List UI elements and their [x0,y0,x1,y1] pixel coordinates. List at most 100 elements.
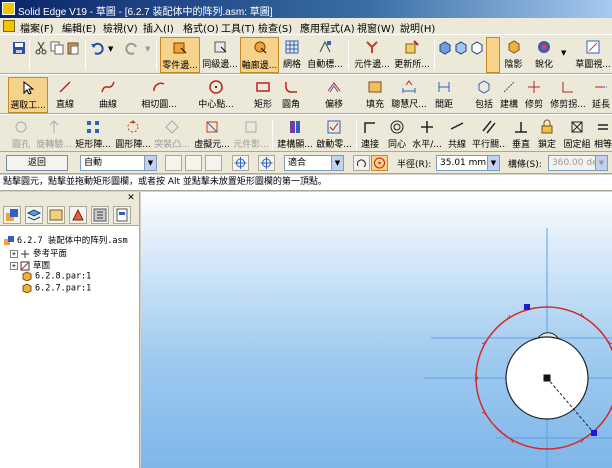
radius-input[interactable]: 35.01 mm ▼ [436,155,500,171]
rectangular-pattern-button[interactable]: 矩形陣... [74,117,112,153]
mode-select[interactable]: 自動 ▼ [80,155,157,171]
select-tool-button[interactable]: 選取工... [8,77,48,113]
tab-features[interactable] [69,206,87,224]
horizontal-button[interactable]: 水平/... [412,117,442,153]
enable-relations-button[interactable]: 啟動零... [315,117,353,153]
collinear-button[interactable]: 共線 [446,117,468,153]
selection-handle-top[interactable] [524,304,530,310]
trim-button[interactable]: 修剪 [523,77,545,113]
equal-button[interactable]: 相等 [594,117,612,153]
tab-layers[interactable] [25,206,43,224]
menu-edit[interactable]: 編輯(E) [62,20,96,35]
concentric-button[interactable]: 同心 [386,117,408,153]
element-shadow-button[interactable]: 元件影... [232,117,270,153]
axis-edges-button[interactable]: 軸廊邊... [240,37,279,73]
sharpen-button[interactable]: 銳化 [530,37,558,73]
radius-value: 35.01 mm [440,158,487,168]
sharpen-dropdown-icon[interactable]: ▼ [561,49,566,57]
document-icon[interactable] [3,20,15,32]
rotate-sketch-button[interactable]: 旋轉驗... [36,117,72,153]
cube-wire-icon[interactable] [454,41,468,55]
line-button[interactable]: 直線 [54,77,76,113]
circular-pattern-button[interactable]: 圓形陣... [114,117,152,153]
menu-format[interactable]: 格式(O) [183,20,219,35]
tree-root[interactable]: 6.2.7 装配体中的阵列.asm [4,234,128,246]
tab-sensors[interactable] [91,206,109,224]
rotation-direction-button[interactable] [353,155,370,171]
sketch-view-button[interactable]: 草圖視... [574,37,612,73]
offset-button[interactable]: 偏移 [323,77,345,113]
shading-toggle[interactable] [486,37,500,73]
update-all-button[interactable]: 更新所... [393,37,431,73]
element-edges-button[interactable]: 元件邊... [352,37,392,73]
target-button-1[interactable] [232,155,249,171]
menu-insert[interactable]: 插入(I) [143,20,174,35]
trim-corner-button[interactable]: 修剪拐... [550,77,586,113]
include-button[interactable]: 包括 [473,77,495,113]
create-drawing-button[interactable]: 建構顯... [276,117,314,153]
create-button[interactable]: 建構 [498,77,520,113]
cube-view-icon[interactable] [438,41,452,55]
extend-button[interactable]: 延長 [590,77,612,113]
expand-icon[interactable]: + [10,261,18,270]
sketch-drawing[interactable] [141,192,612,468]
style-button-3[interactable] [205,155,222,171]
menu-applications[interactable]: 應用程式(A) [300,20,355,35]
tree-item-part-1[interactable]: 6.2.8.par:1 [22,271,91,282]
close-icon[interactable]: ✕ [126,194,136,204]
menu-window[interactable]: 視窗(W) [357,20,395,35]
menu-view[interactable]: 檢視(V) [103,20,138,35]
redo-icon[interactable] [125,41,139,55]
menu-inspect[interactable]: 檢查(S) [258,20,292,35]
lock-button[interactable]: 鎖定 [536,117,558,153]
shading-button[interactable]: 陰影 [501,37,526,73]
expand-icon[interactable]: + [10,249,18,258]
grid-button[interactable]: 網格 [281,37,303,73]
circle-hole-button[interactable]: 圓孔 [10,117,32,153]
undo-dropdown-icon[interactable]: ▼ [108,45,113,53]
fill-button[interactable]: 填充 [364,77,386,113]
smart-dimension-button[interactable]: 聰慧尺... [391,77,427,113]
tab-properties[interactable] [113,206,131,224]
tangent-arc-button[interactable]: 相切圓... [140,77,178,113]
paste-icon[interactable] [66,41,80,55]
selection-handle-bottom[interactable] [591,430,597,436]
tab-assembly[interactable] [3,206,21,224]
menu-help[interactable]: 說明(H) [400,20,435,35]
cut-icon[interactable] [34,41,48,55]
perpendicular-button[interactable]: 垂直 [510,117,532,153]
cube-hidden-icon[interactable] [470,41,484,55]
undo-icon[interactable] [90,41,104,55]
similar-edges-button[interactable]: 同級邊... [201,37,239,73]
fixed-group-button[interactable]: 固定組 [562,117,592,153]
tab-library[interactable] [47,206,65,224]
sketch-canvas[interactable] [141,192,612,468]
auto-mark-button[interactable]: 自動標... [305,37,345,73]
curve-button[interactable]: 曲線 [97,77,119,113]
menu-tools[interactable]: 工具(T) [221,20,255,35]
center-mode-button[interactable] [371,155,388,171]
center-point-handle[interactable] [543,374,551,382]
center-point-button[interactable]: 中心點... [196,77,236,113]
style-button-1[interactable] [165,155,182,171]
parallel-button[interactable]: 平行關... [472,117,506,153]
rectangle-button[interactable]: 矩形 [252,77,274,113]
fit-select[interactable]: 適合 ▼ [284,155,344,171]
connect-button[interactable]: 連接 [359,117,381,153]
spacing-button[interactable]: 間距 [433,77,455,113]
copy-icon[interactable] [50,41,64,55]
tree-item-sketch[interactable]: + 草圖 [10,259,50,271]
redo-dropdown-icon[interactable]: ▼ [145,45,150,53]
menu-file[interactable]: 檔案(F) [20,20,54,35]
save-icon[interactable] [12,41,26,55]
boss-button[interactable]: 突裝凸... [153,117,191,153]
target-button-2[interactable] [258,155,275,171]
tree-item-part-2[interactable]: 6.2.7.par:1 [22,283,91,294]
virtual-element-button[interactable]: 虛擬元... [193,117,231,153]
tree-item-ref-planes[interactable]: + 參考平面 [10,247,67,259]
part-edges-button[interactable]: 零件邊... [160,37,200,73]
style-button-2[interactable] [185,155,202,171]
back-button[interactable]: 返回 [6,155,68,171]
fillet-button[interactable]: 圓角 [280,77,302,113]
angle-input[interactable]: 360.00 deg ▼ [548,155,608,171]
